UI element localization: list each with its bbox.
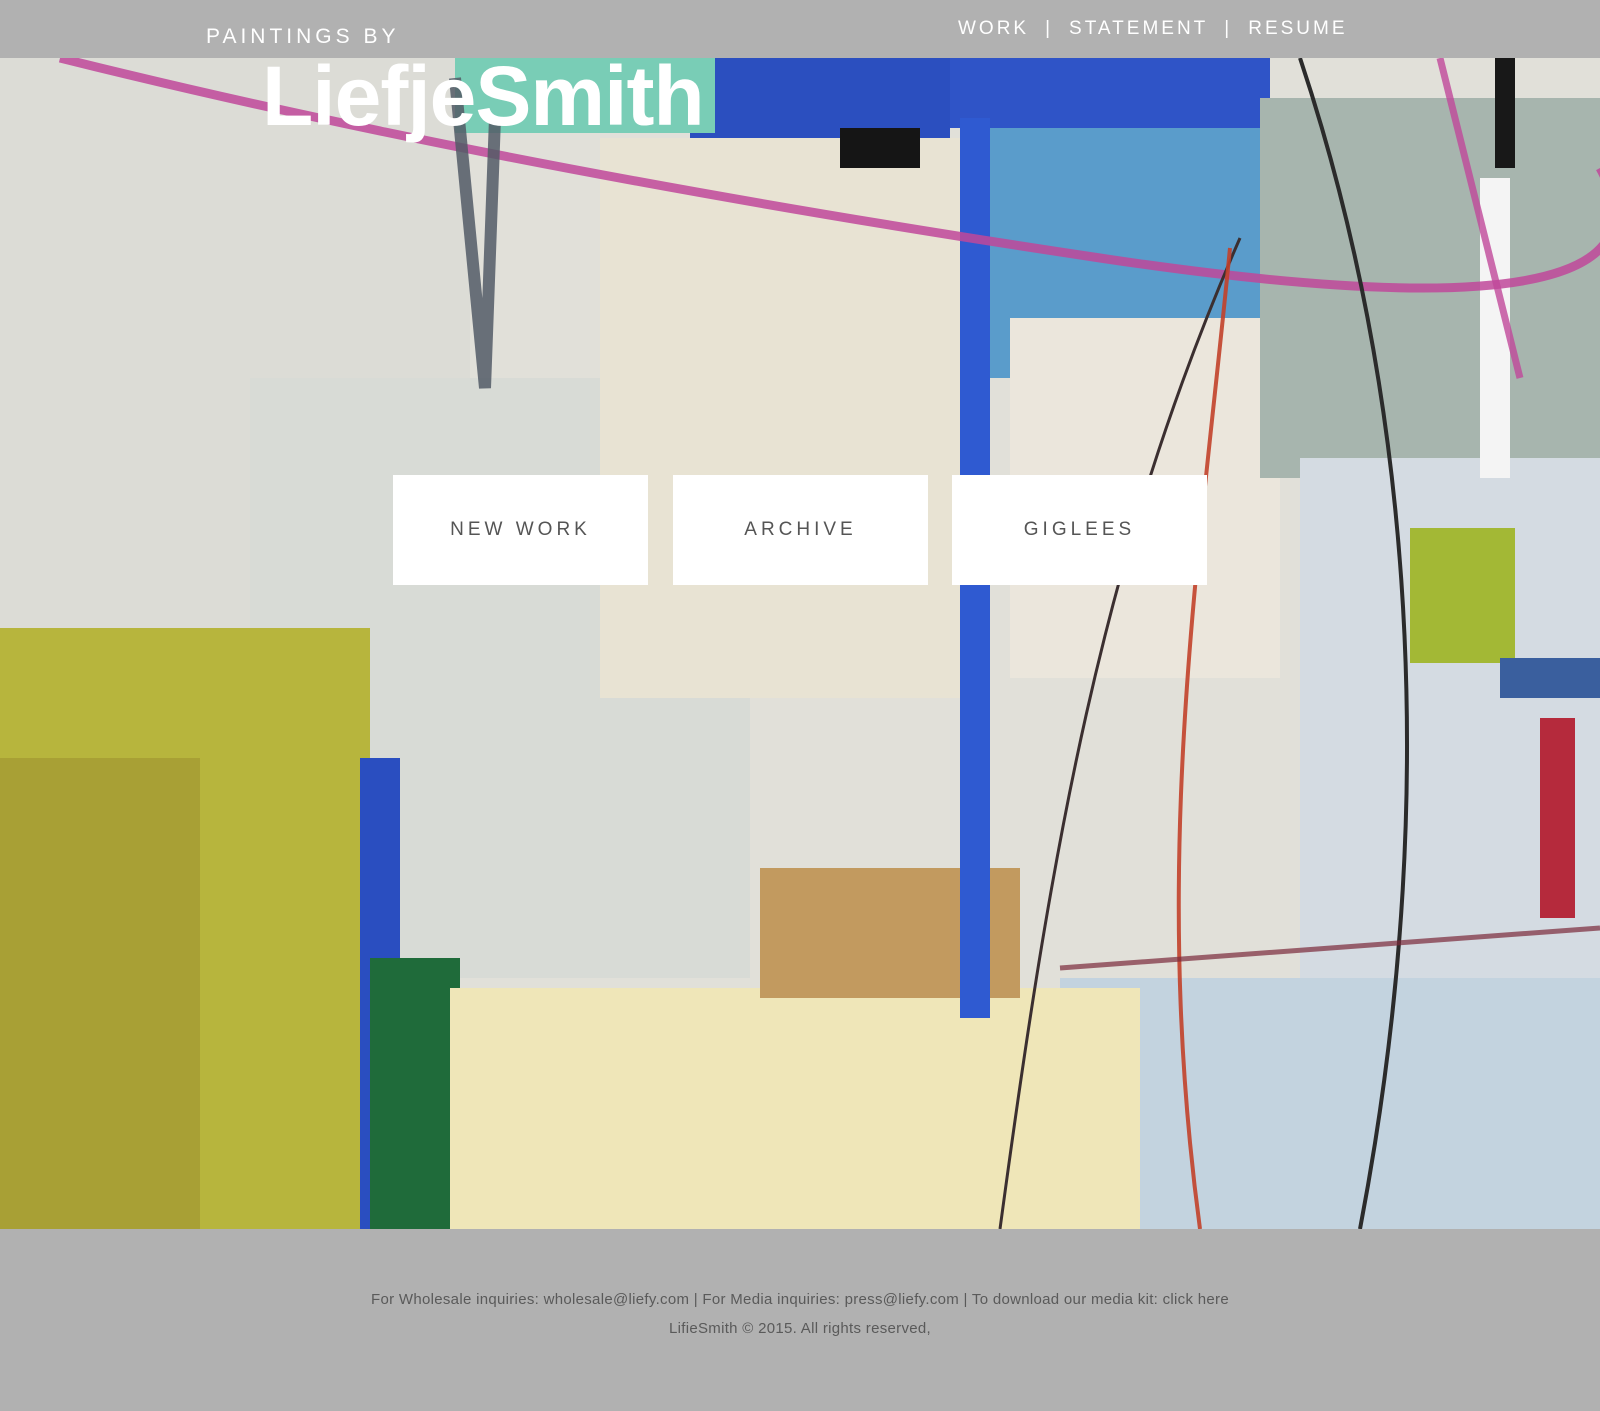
brand-logo[interactable]: LiefjeSmith: [262, 54, 705, 138]
tagline: PAINTINGS BY: [206, 25, 400, 48]
site-header: PAINTINGS BY WORK | STATEMENT | RESUME: [0, 0, 1600, 58]
new-work-button[interactable]: NEW WORK: [393, 475, 648, 585]
nav-work[interactable]: WORK: [958, 18, 1029, 40]
main-nav: WORK | STATEMENT | RESUME: [958, 18, 1348, 40]
nav-statement[interactable]: STATEMENT: [1069, 18, 1208, 40]
site-footer: For Wholesale inquiries: wholesale@liefy…: [0, 1229, 1600, 1411]
footer-copyright: LifieSmith © 2015. All rights reserved,: [668, 1320, 932, 1337]
archive-button[interactable]: ARCHIVE: [673, 475, 928, 585]
abstract-painting-background: [0, 58, 1600, 1229]
nav-resume[interactable]: RESUME: [1248, 18, 1347, 40]
footer-contact[interactable]: For Wholesale inquiries: wholesale@liefy…: [0, 1291, 1600, 1308]
hero-painting: [0, 58, 1600, 1229]
nav-separator: |: [1224, 18, 1233, 39]
giglees-button[interactable]: GIGLEES: [952, 475, 1207, 585]
nav-separator: |: [1045, 18, 1054, 39]
